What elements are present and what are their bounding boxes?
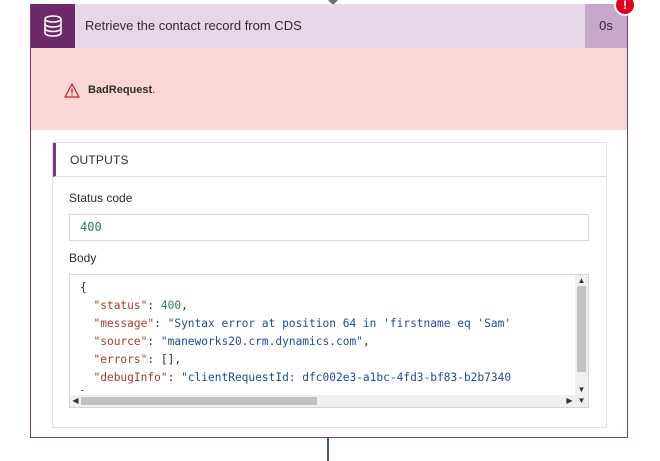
scroll-corner-down-icon[interactable]: ▼ (575, 395, 588, 407)
scroll-down-icon[interactable]: ▼ (575, 384, 588, 395)
error-banner: BadRequest. (31, 48, 627, 130)
error-message-text: BadRequest (88, 84, 153, 96)
outputs-section: OUTPUTS Status code 400 Body { "status":… (52, 142, 607, 428)
database-icon (44, 15, 62, 37)
body-horizontal-scrollbar[interactable]: ◀ ▶ ▼ (70, 395, 588, 407)
json-value-status: 400 (160, 299, 182, 312)
scroll-up-icon[interactable]: ▲ (575, 275, 588, 286)
error-message: BadRequest. (88, 82, 155, 98)
action-icon-tile (31, 4, 75, 48)
action-header[interactable]: Retrieve the contact record from CDS 0s (31, 4, 627, 48)
error-status-badge: ! (614, 0, 636, 16)
json-key-message: "message" (93, 317, 155, 330)
action-title: Retrieve the contact record from CDS (85, 18, 302, 33)
scroll-left-icon[interactable]: ◀ (70, 395, 81, 407)
json-value-debuginfo: "clientRequestId: dfc002e3-a1bc-4fd3-bf8… (181, 371, 512, 384)
body-label: Body (69, 251, 97, 265)
scroll-right-icon[interactable]: ▶ (564, 395, 575, 407)
outputs-header: OUTPUTS (53, 143, 606, 177)
flow-connector-bottom (327, 437, 329, 461)
json-value-message: "Syntax error at position 64 in 'firstna… (167, 317, 512, 330)
json-value-source: "maneworks20.crm.dynamics.com" (160, 335, 363, 348)
vertical-scroll-thumb[interactable] (577, 286, 586, 372)
json-close-brace: } (80, 389, 87, 391)
body-vertical-scrollbar[interactable]: ▲ ▼ (575, 275, 588, 395)
outputs-title: OUTPUTS (70, 153, 129, 167)
body-field[interactable]: { "status": 400, "message": "Syntax erro… (69, 274, 589, 408)
json-key-status: "status" (93, 299, 148, 312)
action-card: Retrieve the contact record from CDS 0s … (30, 4, 628, 438)
json-open-brace: { (80, 281, 87, 294)
status-code-label: Status code (69, 191, 133, 205)
status-code-value: 400 (80, 220, 102, 234)
status-code-field[interactable]: 400 (69, 214, 589, 241)
json-value-errors: [] (160, 353, 175, 366)
error-message-suffix: . (152, 84, 156, 96)
json-key-source: "source" (93, 335, 148, 348)
body-json[interactable]: { "status": 400, "message": "Syntax erro… (80, 279, 574, 391)
horizontal-scroll-thumb[interactable] (81, 397, 317, 405)
json-key-debuginfo: "debugInfo" (93, 371, 168, 384)
warning-triangle-icon (64, 83, 80, 98)
json-key-errors: "errors" (93, 353, 148, 366)
